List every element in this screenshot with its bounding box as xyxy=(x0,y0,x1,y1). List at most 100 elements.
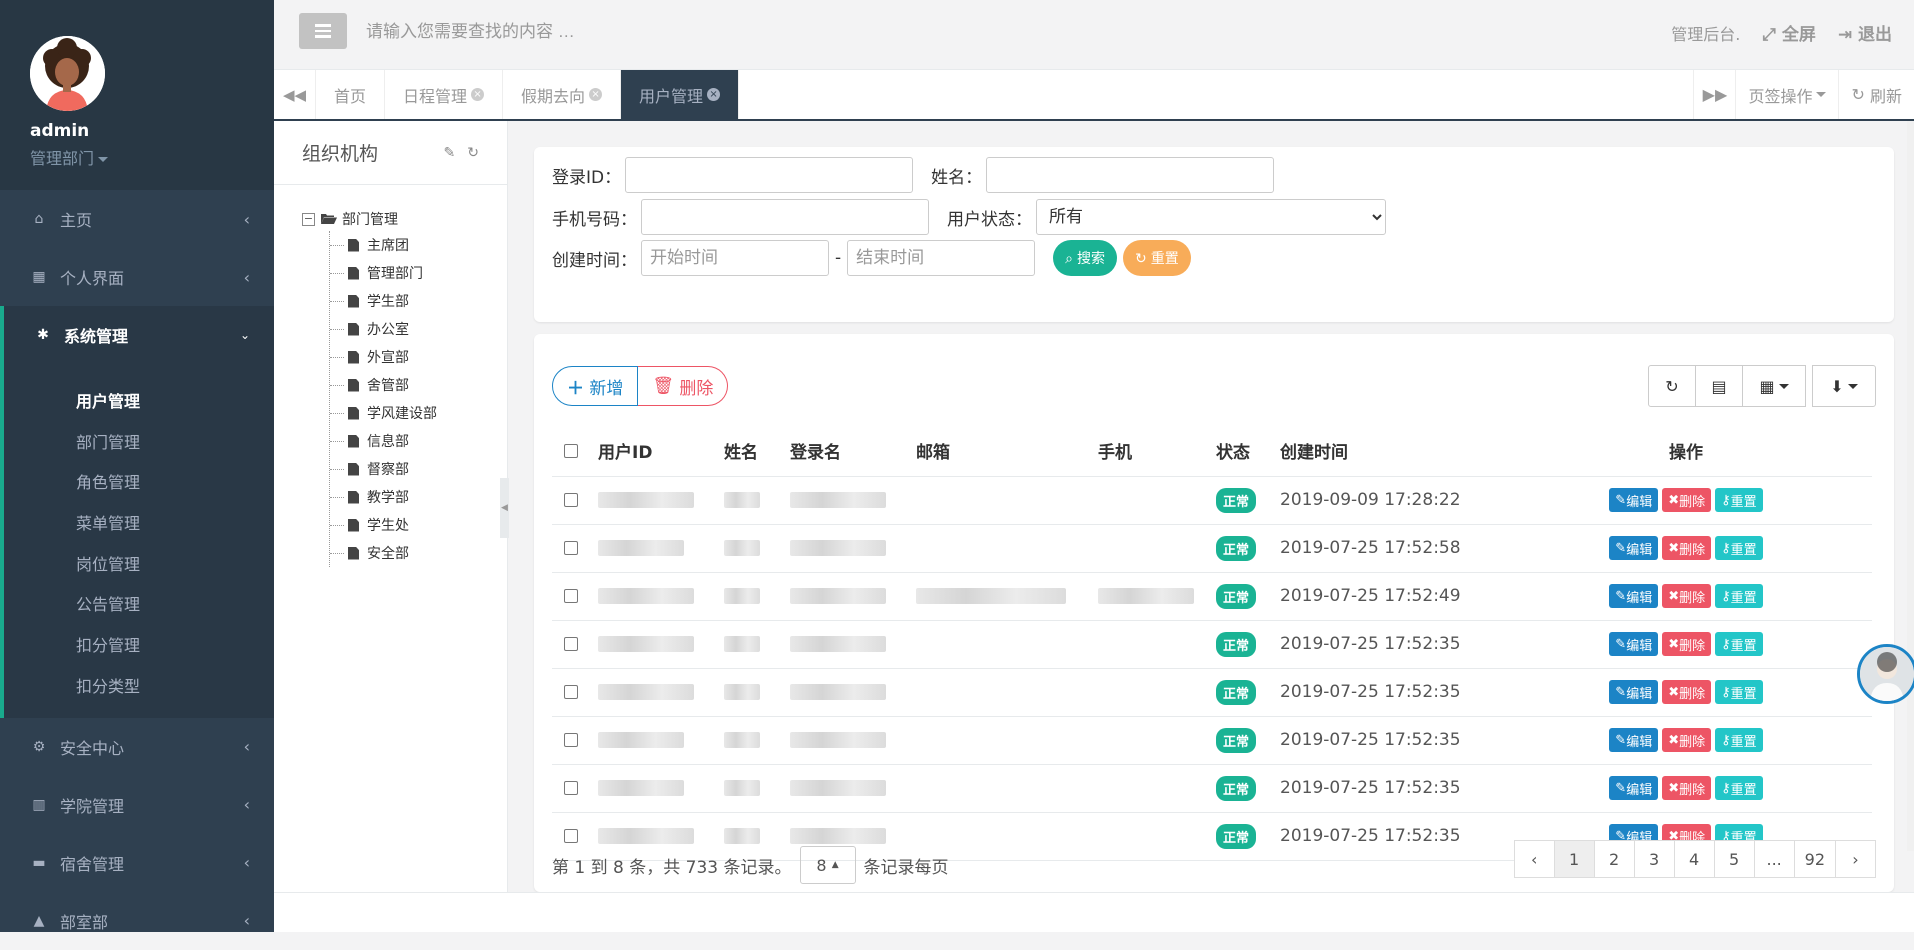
panel-collapse-handle[interactable]: ◀ xyxy=(500,478,509,538)
col-login-name[interactable]: 登录名 xyxy=(790,426,916,477)
pagination-page-3[interactable]: 3 xyxy=(1633,840,1675,878)
tree-node[interactable]: 督察部 xyxy=(330,455,507,483)
edit-button[interactable]: ✎ 编辑 xyxy=(1609,776,1659,800)
tree-node[interactable]: 学风建设部 xyxy=(330,399,507,427)
collapse-icon[interactable]: − xyxy=(302,212,315,226)
edit-button[interactable]: ✎ 编辑 xyxy=(1609,632,1659,656)
submenu-item-deduct-type[interactable]: 扣分类型 xyxy=(4,667,274,708)
refresh-icon[interactable]: ↻ xyxy=(467,145,479,161)
row-checkbox[interactable] xyxy=(564,685,578,699)
tab-close-icon[interactable]: × xyxy=(471,88,485,101)
row-checkbox[interactable] xyxy=(564,733,578,747)
col-status[interactable]: 状态 xyxy=(1216,426,1280,477)
reset-password-button[interactable]: ⚷ 重置 xyxy=(1715,776,1763,800)
submenu-item-dept[interactable]: 部门管理 xyxy=(4,423,274,464)
submenu-item-menu[interactable]: 菜单管理 xyxy=(4,504,274,545)
reset-password-button[interactable]: ⚷ 重置 xyxy=(1715,728,1763,752)
sidebar-item-home[interactable]: ⌂ 主页 ‹ xyxy=(0,190,274,248)
submenu-item-notice[interactable]: 公告管理 xyxy=(4,585,274,626)
reset-password-button[interactable]: ⚷ 重置 xyxy=(1715,680,1763,704)
tree-root-node[interactable]: − 部门管理 xyxy=(302,207,507,231)
table-row[interactable]: 正常 2019-07-25 17:52:35 ✎ 编辑 ✖ 删除 ⚷ 重置 xyxy=(552,764,1872,813)
sidebar-item-security[interactable]: ⚙ 安全中心 ‹ xyxy=(0,718,274,776)
delete-button[interactable]: ✖ 删除 xyxy=(1662,584,1712,608)
pagination-page-5[interactable]: 5 xyxy=(1713,840,1755,878)
submenu-item-post[interactable]: 岗位管理 xyxy=(4,545,274,586)
tab-home[interactable]: 首页 xyxy=(316,70,386,119)
edit-icon[interactable]: ✎ xyxy=(444,145,456,161)
tab-refresh-button[interactable]: ↻ 刷新 xyxy=(1838,70,1914,119)
end-time-input[interactable] xyxy=(847,240,1036,276)
menu-toggle-button[interactable] xyxy=(299,13,347,49)
tree-node[interactable]: 主席团 xyxy=(330,231,507,259)
row-checkbox[interactable] xyxy=(564,781,578,795)
table-row[interactable]: 正常 2019-07-25 17:52:49 ✎ 编辑 ✖ 删除 ⚷ 重置 xyxy=(552,572,1872,621)
tree-node[interactable]: 办公室 xyxy=(330,315,507,343)
tab-scroll-right-button[interactable]: ▶▶ xyxy=(1693,70,1735,119)
pagination-page-4[interactable]: 4 xyxy=(1673,840,1715,878)
table-toggle-view-button[interactable]: ▤ xyxy=(1695,365,1743,407)
logout-button[interactable]: ⇥ 退出 xyxy=(1838,20,1892,45)
table-row[interactable]: 正常 2019-07-25 17:52:35 ✎ 编辑 ✖ 删除 ⚷ 重置 xyxy=(552,668,1872,717)
pagination-prev-button[interactable]: ‹ xyxy=(1513,840,1555,878)
delete-button[interactable]: ✖ 删除 xyxy=(1662,488,1712,512)
edit-button[interactable]: ✎ 编辑 xyxy=(1609,488,1659,512)
col-name[interactable]: 姓名 xyxy=(724,426,790,477)
col-phone[interactable]: 手机 xyxy=(1098,426,1216,477)
name-input[interactable] xyxy=(986,157,1275,193)
tree-node[interactable]: 教学部 xyxy=(330,483,507,511)
sidebar-item-personal[interactable]: ▦ 个人界面 ‹ xyxy=(0,248,274,306)
tab-close-icon[interactable]: × xyxy=(589,88,603,101)
tab-user-management[interactable]: 用户管理 × xyxy=(621,70,740,119)
sidebar-item-dorm[interactable]: ▬ 宿舍管理 ‹ xyxy=(0,834,274,892)
table-refresh-button[interactable]: ↻ xyxy=(1648,365,1696,407)
page-size-dropdown[interactable]: 8 ▲ xyxy=(799,846,856,884)
tab-holiday[interactable]: 假期去向 × xyxy=(503,70,622,119)
reset-password-button[interactable]: ⚷ 重置 xyxy=(1715,536,1763,560)
content-scrollbar[interactable] xyxy=(1907,121,1914,851)
delete-users-button[interactable]: 🗑 删除 xyxy=(638,366,729,406)
row-checkbox[interactable] xyxy=(564,541,578,555)
tree-node[interactable]: 学生处 xyxy=(330,511,507,539)
submenu-item-role[interactable]: 角色管理 xyxy=(4,463,274,504)
delete-button[interactable]: ✖ 删除 xyxy=(1662,728,1712,752)
table-row[interactable]: 正常 2019-07-25 17:52:35 ✎ 编辑 ✖ 删除 ⚷ 重置 xyxy=(552,716,1872,765)
add-user-button[interactable]: ＋ 新增 xyxy=(552,366,639,406)
start-time-input[interactable] xyxy=(641,240,829,276)
delete-button[interactable]: ✖ 删除 xyxy=(1662,680,1712,704)
col-email[interactable]: 邮箱 xyxy=(916,426,1098,477)
delete-button[interactable]: ✖ 删除 xyxy=(1662,536,1712,560)
fullscreen-button[interactable]: ⤢ 全屏 xyxy=(1762,20,1816,45)
edit-button[interactable]: ✎ 编辑 xyxy=(1609,584,1659,608)
row-checkbox[interactable] xyxy=(564,637,578,651)
floating-chat-avatar[interactable] xyxy=(1857,644,1914,704)
sidebar-item-dept-room[interactable]: ▲ 部室部 ‹ xyxy=(0,892,274,950)
pagination-page-6[interactable]: ... xyxy=(1753,840,1795,878)
reset-password-button[interactable]: ⚷ 重置 xyxy=(1715,488,1763,512)
table-row[interactable]: 正常 2019-07-25 17:52:58 ✎ 编辑 ✖ 删除 ⚷ 重置 xyxy=(552,524,1872,573)
delete-button[interactable]: ✖ 删除 xyxy=(1662,776,1712,800)
table-row[interactable]: 正常 2019-09-09 17:28:22 ✎ 编辑 ✖ 删除 ⚷ 重置 xyxy=(552,476,1872,525)
tree-node[interactable]: 舍管部 xyxy=(330,371,507,399)
col-created[interactable]: 创建时间 xyxy=(1280,426,1500,477)
edit-button[interactable]: ✎ 编辑 xyxy=(1609,536,1659,560)
row-checkbox[interactable] xyxy=(564,493,578,507)
table-columns-button[interactable]: ▦ xyxy=(1742,365,1806,407)
global-search-input[interactable] xyxy=(366,14,966,50)
table-export-button[interactable]: ⬇ xyxy=(1812,365,1876,407)
tree-node[interactable]: 管理部门 xyxy=(330,259,507,287)
select-all-checkbox[interactable] xyxy=(564,443,578,458)
edit-button[interactable]: ✎ 编辑 xyxy=(1609,728,1659,752)
edit-button[interactable]: ✎ 编辑 xyxy=(1609,680,1659,704)
user-dept-dropdown[interactable]: 管理部门 xyxy=(30,145,274,169)
pagination-page-2[interactable]: 2 xyxy=(1593,840,1635,878)
pagination-page-7[interactable]: 92 xyxy=(1793,840,1836,878)
col-user-id[interactable]: 用户ID xyxy=(598,426,724,477)
submenu-item-deduct[interactable]: 扣分管理 xyxy=(4,626,274,667)
sidebar-item-system[interactable]: ✱ 系统管理 ⌄ xyxy=(0,306,274,364)
login-id-input[interactable] xyxy=(625,157,914,193)
row-checkbox[interactable] xyxy=(564,589,578,603)
search-button[interactable]: ⌕ 搜索 xyxy=(1053,240,1117,276)
reset-password-button[interactable]: ⚷ 重置 xyxy=(1715,632,1763,656)
tab-scroll-left-button[interactable]: ◀◀ xyxy=(274,70,316,119)
